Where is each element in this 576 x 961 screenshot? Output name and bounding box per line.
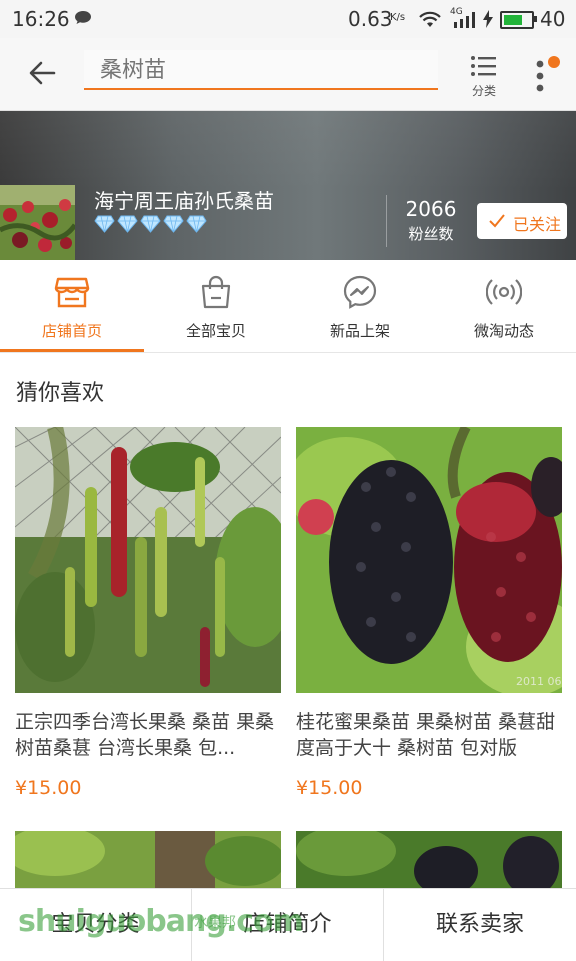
network-speed: 0.63 — [348, 7, 393, 31]
fans-label: 粉丝数 — [408, 225, 454, 243]
shop-name: 海宁周王庙孙氏桑苗 — [94, 189, 274, 213]
active-tab-indicator — [0, 349, 144, 352]
shop-rating — [94, 215, 209, 237]
photo-date-stamp: 2011 06 — [516, 675, 562, 688]
product-image[interactable] — [15, 831, 281, 888]
product-price: ¥15.00 — [296, 777, 363, 799]
fans-stat: 2066 粉丝数 — [396, 197, 466, 244]
product-image[interactable] — [296, 831, 562, 888]
check-icon — [489, 214, 505, 228]
tab-new-arrivals[interactable]: 新品上架 — [288, 260, 432, 352]
battery-icon — [500, 11, 534, 29]
shop-banner: 海宁周王庙孙氏桑苗 2066 粉丝数 已关注 — [0, 111, 576, 260]
diamond-icon — [140, 215, 161, 233]
product-price: ¥15.00 — [15, 777, 82, 799]
status-bar: 16:26 0.63 K/s 4G 40 — [0, 0, 576, 38]
category-button[interactable]: 分类 — [466, 52, 502, 100]
product-title[interactable]: 桂花蜜果桑苗 果桑树苗 桑葚甜度高于大十 桑树苗 包对版 — [296, 709, 562, 761]
banner-divider — [386, 195, 387, 247]
clock: 16:26 — [12, 7, 70, 31]
tab-all-items[interactable]: 全部宝贝 — [144, 260, 288, 352]
tab-weitao-feed[interactable]: 微淘动态 — [432, 260, 576, 352]
chat-icon — [75, 11, 91, 24]
product-title[interactable]: 正宗四季台湾长果桑 桑苗 果桑树苗桑葚 台湾长果桑 包... — [15, 709, 281, 761]
list-icon — [471, 56, 496, 76]
shop-avatar[interactable] — [0, 185, 75, 260]
wifi-icon — [419, 11, 441, 27]
diamond-icon — [163, 215, 184, 233]
charging-icon — [483, 10, 493, 28]
broadcast-icon — [486, 279, 522, 305]
watermark-small: 水果邦 — [194, 915, 236, 931]
store-icon — [54, 277, 90, 308]
battery-percent: 40 — [540, 7, 566, 31]
battery-cap — [534, 16, 537, 22]
product-image[interactable] — [15, 427, 281, 693]
section-title: 猜你喜欢 — [16, 381, 105, 406]
network-speed-unit: K/s — [390, 12, 406, 23]
search-header: 分类 — [0, 38, 576, 111]
shopping-bag-icon — [201, 275, 231, 309]
signal-icon — [454, 12, 475, 28]
tab-label: 新品上架 — [329, 322, 390, 340]
follow-button[interactable]: 已关注 — [477, 203, 567, 239]
notification-dot — [548, 56, 560, 68]
search-box[interactable] — [84, 50, 438, 90]
messenger-icon — [343, 275, 377, 309]
diamond-icon — [186, 215, 207, 233]
product-image[interactable]: 2011 06 — [296, 427, 562, 693]
tab-label: 全部宝贝 — [185, 322, 246, 340]
recommend-section: 猜你喜欢 正宗四季台湾长果桑 桑苗 果桑树苗桑葚 台湾长果桑 包... ¥15.… — [0, 353, 576, 888]
category-label: 分类 — [471, 84, 496, 98]
search-input[interactable] — [98, 54, 422, 86]
tab-label: 微淘动态 — [473, 322, 534, 340]
tab-label: 店铺首页 — [41, 322, 102, 340]
banner-background — [0, 111, 576, 191]
back-arrow-icon[interactable] — [28, 60, 56, 86]
diamond-icon — [94, 215, 115, 233]
contact-seller-button[interactable]: 联系卖家 — [384, 889, 576, 961]
fans-count: 2066 — [405, 197, 457, 221]
tab-store-home[interactable]: 店铺首页 — [0, 260, 144, 352]
diamond-icon — [117, 215, 138, 233]
follow-label: 已关注 — [513, 215, 562, 234]
watermark: shuiguobang.com — [18, 904, 304, 939]
shop-tabs: 店铺首页 全部宝贝 新品上架 微淘动态 — [0, 260, 576, 353]
